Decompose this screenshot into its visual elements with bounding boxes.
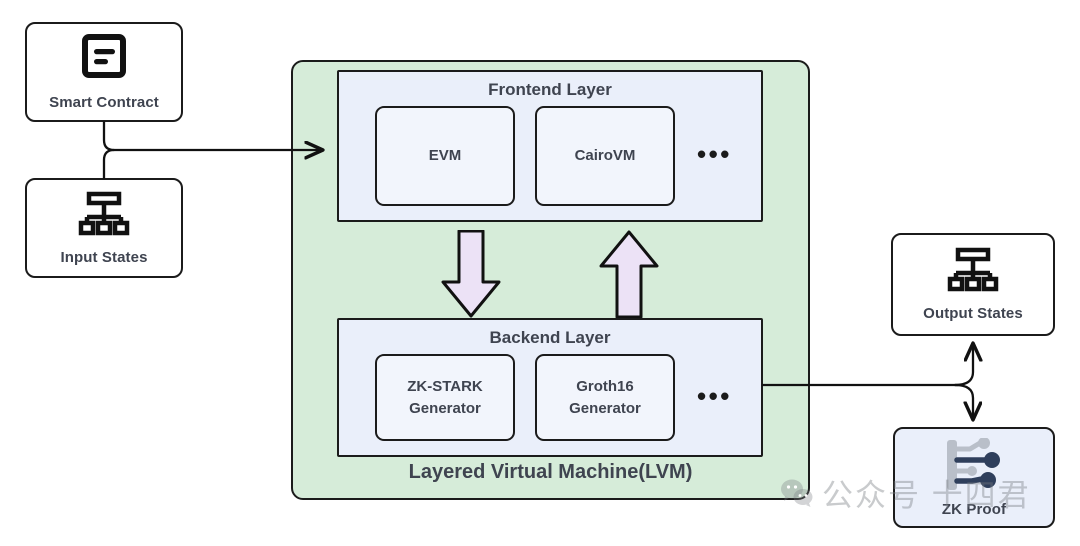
edge-lvm-to-zk-proof bbox=[953, 383, 973, 419]
layer-item-evm[interactable]: EVM bbox=[375, 106, 515, 206]
backend-layer-items: ZK-STARK Generator Groth16 Generator ••• bbox=[339, 354, 761, 441]
node-zk-proof-label: ZK Proof bbox=[941, 500, 1007, 518]
backend-layer-title: Backend Layer bbox=[489, 328, 611, 347]
node-zk-proof[interactable]: ZK Proof bbox=[893, 427, 1055, 528]
frontend-layer-title: Frontend Layer bbox=[488, 80, 612, 99]
arrow-backend-to-frontend bbox=[598, 230, 660, 323]
layer-item-cairovm-label: CairoVM bbox=[574, 147, 636, 165]
lvm-title: Layered Virtual Machine(LVM) bbox=[408, 461, 693, 483]
layer-item-cairovm[interactable]: CairoVM bbox=[535, 106, 675, 206]
node-smart-contract[interactable]: Smart Contract bbox=[25, 22, 183, 122]
hierarchy-icon bbox=[945, 247, 1001, 300]
backend-layer-panel: Backend Layer ZK-STARK Generator Groth16… bbox=[337, 318, 763, 457]
layer-item-evm-label: EVM bbox=[428, 147, 462, 165]
contract-icon bbox=[78, 33, 130, 89]
layer-item-zkstark-line1: ZK-STARK bbox=[407, 377, 483, 395]
layer-item-groth16-generator[interactable]: Groth16 Generator bbox=[535, 354, 675, 441]
circuit-icon bbox=[942, 436, 1006, 499]
node-output-states[interactable]: Output States bbox=[891, 233, 1055, 336]
arrow-frontend-to-backend bbox=[440, 229, 502, 323]
hierarchy-icon bbox=[76, 191, 132, 244]
edge-input-states-to-lvm bbox=[102, 148, 116, 180]
layer-item-zkstark-line2: Generator bbox=[409, 399, 481, 417]
diagram-canvas: Smart Contract Input States Layered Virt… bbox=[0, 0, 1080, 546]
node-input-states-label: Input States bbox=[60, 248, 148, 266]
layer-item-groth16-line1: Groth16 bbox=[576, 377, 634, 395]
layer-item-zkstark-generator[interactable]: ZK-STARK Generator bbox=[375, 354, 515, 441]
edge-smart-contract-to-lvm bbox=[102, 120, 322, 150]
frontend-more-indicator: ••• bbox=[697, 139, 732, 169]
edge-lvm-to-output-states bbox=[953, 344, 973, 387]
node-smart-contract-label: Smart Contract bbox=[49, 93, 159, 111]
frontend-layer-panel: Frontend Layer EVM CairoVM ••• bbox=[337, 70, 763, 222]
node-output-states-label: Output States bbox=[923, 305, 1023, 322]
node-input-states[interactable]: Input States bbox=[25, 178, 183, 278]
backend-more-indicator: ••• bbox=[697, 380, 732, 411]
frontend-layer-items: EVM CairoVM ••• bbox=[339, 106, 761, 206]
layer-item-groth16-line2: Generator bbox=[569, 399, 641, 417]
